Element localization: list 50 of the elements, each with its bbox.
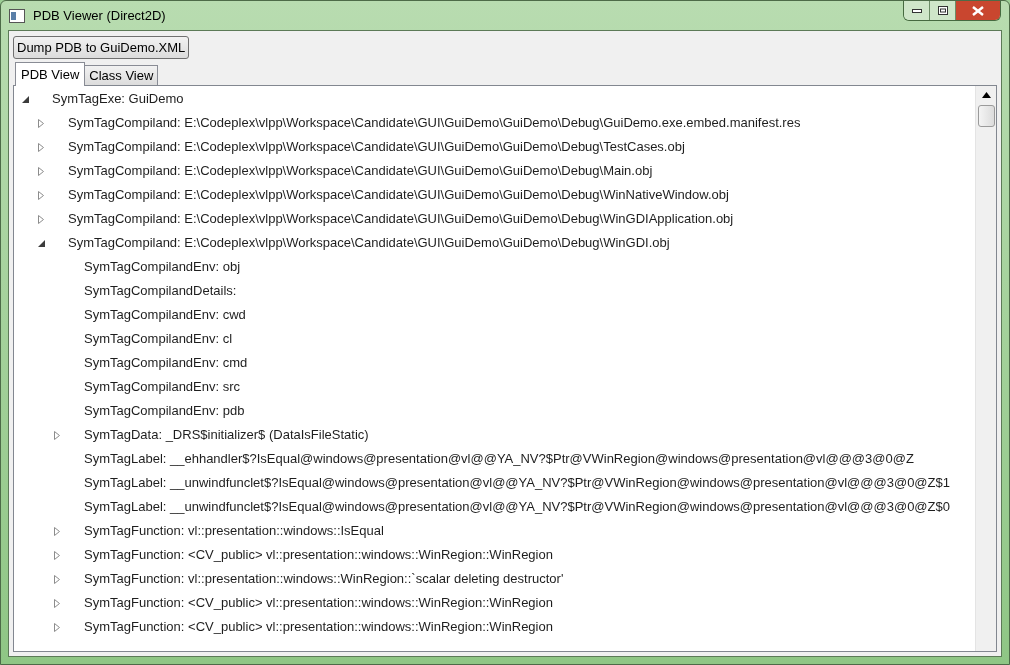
tree-item[interactable]: SymTagFunction: vl::presentation::windows::IsEqual [84,521,384,541]
tree-item[interactable]: SymTagLabel: __unwindfunclet$?IsEqual@windows@presentation@vl@@YA_NV?$Ptr@VWinRegion@windows@presentation@vl@@@3@0@Z$0 [84,497,950,517]
collapsed-arrow-icon[interactable] [54,526,60,536]
window-title: PDB Viewer (Direct2D) [33,6,166,25]
tree-item[interactable]: SymTagCompilandEnv: cwd [84,305,246,325]
tree-item[interactable]: SymTagCompilandEnv: cmd [84,353,248,373]
minimize-icon [911,8,922,13]
collapsed-arrow-icon[interactable] [54,550,60,560]
tree-item[interactable]: SymTagCompiland: E:\Codeplex\vlpp\Workspace\Candidate\GUI\GuiDemo\GuiDemo\Debug\WinNativeWindow.obj [68,185,729,205]
tree-item[interactable]: SymTagData: _DRS$initializer$ (DataIsFileStatic) [84,425,369,445]
tree-item[interactable]: SymTagLabel: __unwindfunclet$?IsEqual@windows@presentation@vl@@YA_NV?$Ptr@VWinRegion@windows@presentation@vl@@@3@0@Z$1 [84,473,950,493]
collapsed-arrow-icon[interactable] [54,622,60,632]
tree-item[interactable]: SymTagCompilandEnv: pdb [84,401,245,421]
expanded-arrow-icon[interactable] [22,95,29,103]
tree-item[interactable]: SymTagLabel: __ehhandler$?IsEqual@windows@presentation@vl@@YA_NV?$Ptr@VWinRegion@windows@presentation@vl@@@3@0@Z [84,449,914,469]
tree-item[interactable]: SymTagCompiland: E:\Codeplex\vlpp\Workspace\Candidate\GUI\GuiDemo\GuiDemo\Debug\WinGDIApplication.obj [68,209,734,229]
collapsed-arrow-icon[interactable] [38,166,44,176]
collapsed-arrow-icon[interactable] [38,214,44,224]
tree-item[interactable]: SymTagCompilandEnv: obj [84,257,241,277]
dump-button[interactable]: Dump PDB to GuiDemo.XML [13,36,190,59]
collapsed-arrow-icon[interactable] [38,118,44,128]
tree-item[interactable]: SymTagCompiland: E:\Codeplex\vlpp\Workspace\Candidate\GUI\GuiDemo\GuiDemo\Debug\GuiDemo.exe.embed.manifest.res [68,113,801,133]
collapsed-arrow-icon[interactable] [54,430,60,440]
vertical-scrollbar[interactable] [975,86,996,651]
minimize-button[interactable] [904,1,930,20]
close-button[interactable] [956,1,1000,20]
tab[interactable]: Class View [85,65,159,86]
maximize-button[interactable] [930,1,956,20]
app-icon [9,8,25,23]
maximize-icon [937,6,948,15]
tree-item[interactable]: SymTagCompiland: E:\Codeplex\vlpp\Workspace\Candidate\GUI\GuiDemo\GuiDemo\Debug\WinGDI.obj [68,233,670,253]
expanded-arrow-icon[interactable] [38,239,45,247]
tree-item[interactable]: SymTagExe: GuiDemo [52,89,184,109]
tree-item[interactable]: SymTagFunction: vl::presentation::windows::WinRegion::`scalar deleting destructor' [84,569,564,589]
scroll-up-icon[interactable] [981,92,991,98]
tree-item[interactable]: SymTagCompilandEnv: cl [84,329,233,349]
tree-item[interactable]: SymTagCompiland: E:\Codeplex\vlpp\Workspace\Candidate\GUI\GuiDemo\GuiDemo\Debug\Main.obj [68,161,653,181]
collapsed-arrow-icon[interactable] [54,598,60,608]
collapsed-arrow-icon[interactable] [54,574,60,584]
tab[interactable]: PDB View [15,62,86,86]
scroll-thumb[interactable] [977,105,995,127]
collapsed-arrow-icon[interactable] [38,190,44,200]
tree-item[interactable]: SymTagFunction: <CV_public> vl::presentation::windows::WinRegion::WinRegion [84,617,553,637]
tree-item[interactable]: SymTagCompilandEnv: src [84,377,241,397]
collapsed-arrow-icon[interactable] [38,142,44,152]
tree-item[interactable]: SymTagFunction: <CV_public> vl::presentation::windows::WinRegion::WinRegion [84,545,553,565]
close-icon [972,5,984,16]
tree-item[interactable]: SymTagCompilandDetails: [84,281,237,301]
tree-item[interactable]: SymTagFunction: <CV_public> vl::presentation::windows::WinRegion::WinRegion [84,593,553,613]
tree-item[interactable]: SymTagCompiland: E:\Codeplex\vlpp\Workspace\Candidate\GUI\GuiDemo\GuiDemo\Debug\TestCases.obj [68,137,685,157]
